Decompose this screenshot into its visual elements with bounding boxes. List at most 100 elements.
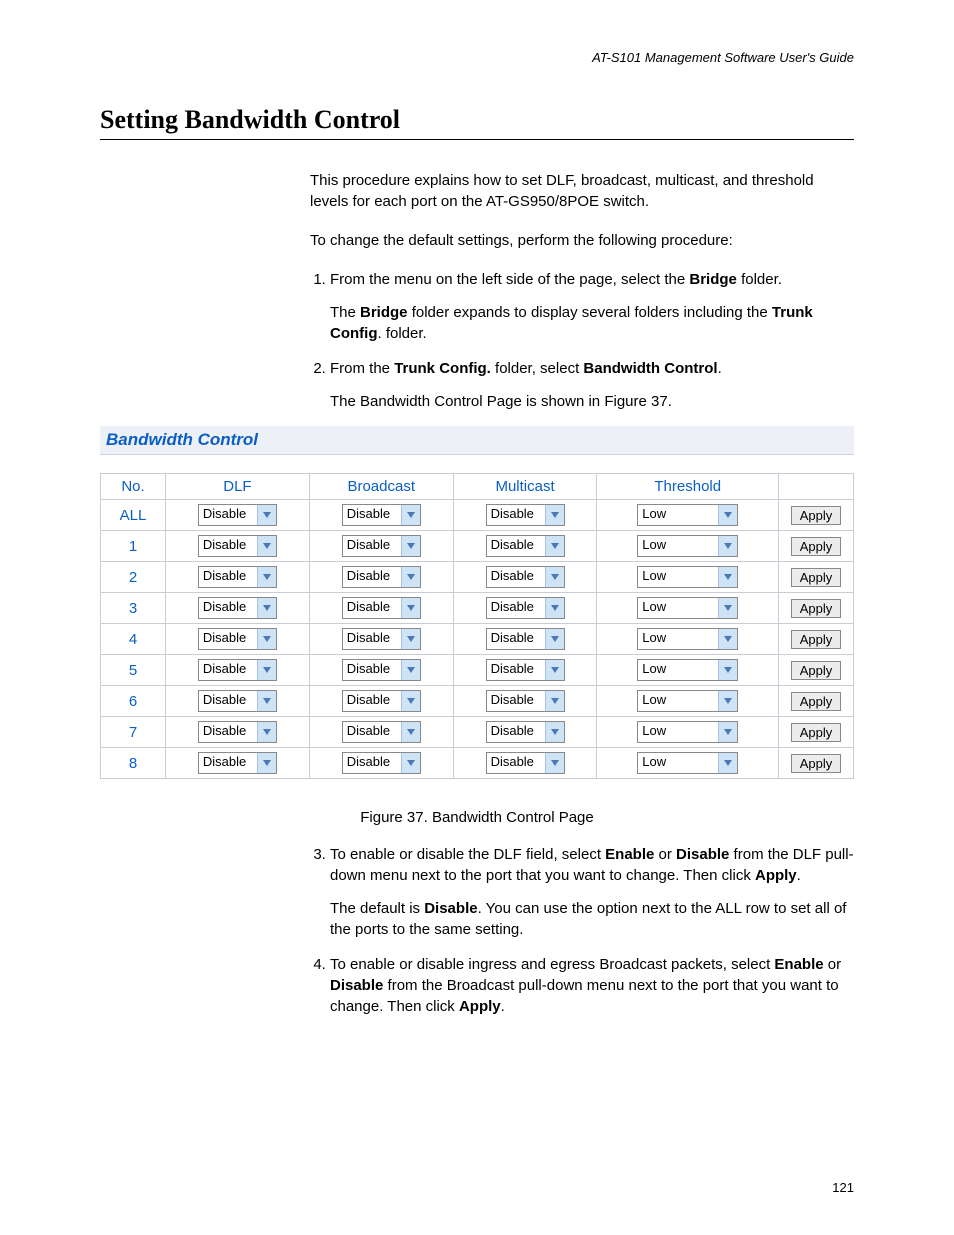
apply-button[interactable]: Apply [791, 506, 842, 525]
intro-paragraph-1: This procedure explains how to set DLF, … [310, 170, 854, 212]
dropdown-value: Disable [343, 660, 401, 680]
cell-dlf: Disable [166, 531, 310, 562]
apply-button[interactable]: Apply [791, 661, 842, 680]
dropdown[interactable]: Disable [342, 535, 421, 557]
dropdown-value: Disable [199, 536, 257, 556]
cell-multicast: Disable [453, 686, 597, 717]
chevron-down-icon [718, 536, 737, 556]
chevron-down-icon [401, 753, 420, 773]
chevron-down-icon [257, 660, 276, 680]
row-no: 3 [101, 593, 166, 624]
apply-button[interactable]: Apply [791, 723, 842, 742]
apply-button[interactable]: Apply [791, 692, 842, 711]
apply-button[interactable]: Apply [791, 630, 842, 649]
apply-button[interactable]: Apply [791, 537, 842, 556]
dropdown[interactable]: Disable [342, 597, 421, 619]
apply-button[interactable]: Apply [791, 754, 842, 773]
dropdown[interactable]: Disable [486, 659, 565, 681]
dropdown[interactable]: Disable [486, 690, 565, 712]
chevron-down-icon [545, 753, 564, 773]
dropdown-value: Disable [199, 660, 257, 680]
step1-sub-post: . folder. [377, 325, 426, 342]
dropdown[interactable]: Low [637, 504, 738, 526]
dropdown[interactable]: Disable [342, 659, 421, 681]
col-header-broadcast: Broadcast [309, 474, 453, 500]
dropdown[interactable]: Disable [342, 628, 421, 650]
dropdown[interactable]: Disable [198, 504, 277, 526]
step4-mid1: or [824, 956, 842, 973]
dropdown[interactable]: Low [637, 628, 738, 650]
dropdown[interactable]: Disable [486, 504, 565, 526]
dropdown[interactable]: Disable [198, 628, 277, 650]
cell-broadcast: Disable [309, 717, 453, 748]
chevron-down-icon [718, 629, 737, 649]
dropdown-value: Disable [199, 629, 257, 649]
chevron-down-icon [545, 536, 564, 556]
dropdown[interactable]: Disable [342, 721, 421, 743]
row-no: 1 [101, 531, 166, 562]
dropdown[interactable]: Disable [486, 566, 565, 588]
dropdown-value: Low [638, 660, 718, 680]
dropdown[interactable]: Low [637, 690, 738, 712]
dropdown[interactable]: Low [637, 535, 738, 557]
step3-mid1: or [654, 846, 676, 863]
dropdown[interactable]: Disable [486, 535, 565, 557]
chevron-down-icon [718, 691, 737, 711]
dropdown-value: Disable [343, 536, 401, 556]
cell-threshold: Low [597, 531, 779, 562]
dropdown[interactable]: Low [637, 566, 738, 588]
dropdown[interactable]: Disable [198, 535, 277, 557]
step1-text-post: folder. [737, 271, 782, 288]
intro-paragraph-2: To change the default settings, perform … [310, 230, 854, 251]
table-row: ALLDisableDisableDisableLowApply [101, 500, 854, 531]
dropdown-value: Disable [487, 629, 545, 649]
step3-bold2: Disable [676, 846, 729, 863]
cell-dlf: Disable [166, 500, 310, 531]
dropdown[interactable]: Disable [198, 659, 277, 681]
col-header-dlf: DLF [166, 474, 310, 500]
dropdown[interactable]: Disable [342, 566, 421, 588]
dropdown[interactable]: Disable [342, 690, 421, 712]
cell-dlf: Disable [166, 686, 310, 717]
cell-broadcast: Disable [309, 593, 453, 624]
dropdown[interactable]: Disable [342, 752, 421, 774]
dropdown[interactable]: Low [637, 659, 738, 681]
cell-multicast: Disable [453, 655, 597, 686]
row-no: 5 [101, 655, 166, 686]
apply-button[interactable]: Apply [791, 568, 842, 587]
step3-post: . [797, 867, 801, 884]
chevron-down-icon [401, 505, 420, 525]
row-no: 6 [101, 686, 166, 717]
dropdown[interactable]: Disable [198, 721, 277, 743]
chevron-down-icon [545, 691, 564, 711]
chevron-down-icon [545, 505, 564, 525]
cell-apply: Apply [779, 500, 854, 531]
dropdown[interactable]: Disable [486, 752, 565, 774]
dropdown[interactable]: Disable [342, 504, 421, 526]
dropdown[interactable]: Disable [198, 690, 277, 712]
dropdown-value: Disable [343, 691, 401, 711]
dropdown[interactable]: Low [637, 721, 738, 743]
dropdown[interactable]: Low [637, 752, 738, 774]
table-row: 2DisableDisableDisableLowApply [101, 562, 854, 593]
dropdown-value: Disable [199, 722, 257, 742]
col-header-apply [779, 474, 854, 500]
dropdown[interactable]: Disable [198, 597, 277, 619]
dropdown[interactable]: Disable [198, 566, 277, 588]
apply-button[interactable]: Apply [791, 599, 842, 618]
dropdown-value: Disable [199, 567, 257, 587]
dropdown-value: Disable [487, 505, 545, 525]
chevron-down-icon [718, 660, 737, 680]
dropdown[interactable]: Disable [486, 628, 565, 650]
dropdown[interactable]: Low [637, 597, 738, 619]
dropdown[interactable]: Disable [486, 597, 565, 619]
cell-dlf: Disable [166, 748, 310, 779]
cell-multicast: Disable [453, 593, 597, 624]
cell-apply: Apply [779, 593, 854, 624]
dropdown-value: Disable [199, 505, 257, 525]
cell-broadcast: Disable [309, 624, 453, 655]
chevron-down-icon [401, 598, 420, 618]
dropdown[interactable]: Disable [486, 721, 565, 743]
step4-post: . [501, 998, 505, 1015]
dropdown[interactable]: Disable [198, 752, 277, 774]
